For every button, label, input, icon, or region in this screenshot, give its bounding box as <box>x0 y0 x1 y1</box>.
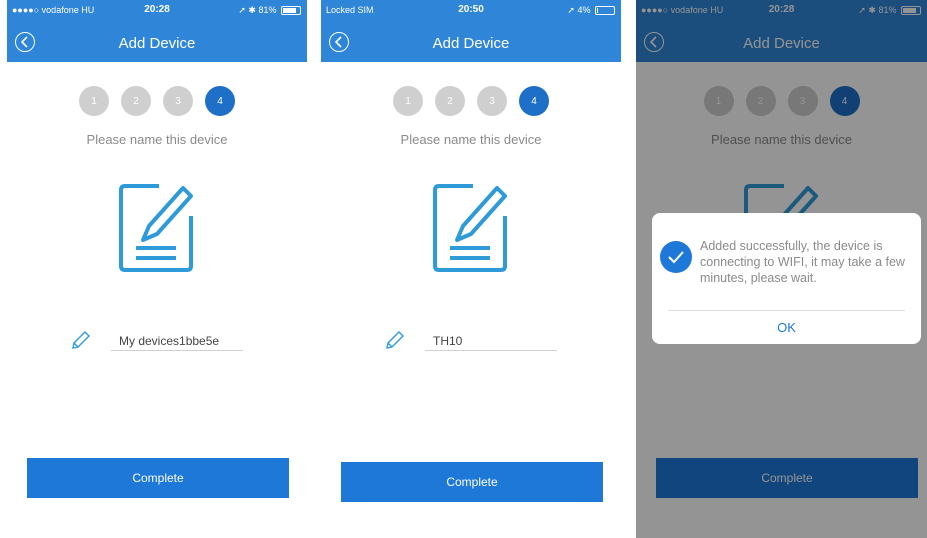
complete-button[interactable]: Complete <box>27 458 289 498</box>
battery-icon <box>281 6 301 16</box>
pencil-icon <box>386 331 404 349</box>
screen-name-device-2: Locked SIM 20:50 ➚ 4% Add Device 1 2 3 4… <box>321 0 621 538</box>
battery-icon <box>595 6 615 16</box>
checkmark-icon <box>668 251 684 264</box>
step-1: 1 <box>393 86 423 116</box>
check-circle-icon <box>660 241 692 273</box>
device-name-field[interactable]: My devices1bbe5e <box>69 330 249 352</box>
battery-percent: 4% <box>577 5 591 15</box>
screen-name-device: ●●●●○ vodafone HU 20:28 ➚ ✱ 81% Add Devi… <box>7 0 307 538</box>
device-name-value[interactable]: TH10 <box>433 334 462 348</box>
location-icon: ➚ <box>238 5 246 15</box>
step-2: 2 <box>121 86 151 116</box>
battery-percent: 81% <box>258 5 277 15</box>
step-indicator: 1 2 3 4 <box>7 86 307 116</box>
alert-divider <box>668 310 905 311</box>
screen-success-alert: ●●●●○ vodafone HU 20:28 ➚ ✱ 81% Add Devi… <box>636 0 927 538</box>
step-2: 2 <box>435 86 465 116</box>
field-underline <box>425 350 557 351</box>
nav-bar: Add Device <box>321 22 621 62</box>
device-name-field[interactable]: TH10 <box>383 330 563 352</box>
pencil-icon <box>72 331 90 349</box>
device-name-value[interactable]: My devices1bbe5e <box>119 334 219 348</box>
step-1: 1 <box>79 86 109 116</box>
page-title: Add Device <box>432 35 510 52</box>
status-bar: Locked SIM 20:50 ➚ 4% <box>321 0 621 22</box>
name-prompt: Please name this device <box>86 132 228 147</box>
step-3: 3 <box>163 86 193 116</box>
bluetooth-icon: ✱ <box>248 5 256 15</box>
step-4: 4 <box>205 86 235 116</box>
edit-document-icon <box>119 184 193 272</box>
status-right: ➚ 4% <box>567 5 615 16</box>
alert-message: Added successfully, the device is connec… <box>700 239 905 285</box>
edit-document-icon <box>433 184 507 272</box>
field-underline <box>111 350 243 351</box>
nav-bar: Add Device <box>7 22 307 62</box>
step-3: 3 <box>477 86 507 116</box>
step-indicator: 1 2 3 4 <box>321 86 621 116</box>
complete-button[interactable]: Complete <box>341 462 603 502</box>
ok-button[interactable]: OK <box>652 320 921 335</box>
step-4: 4 <box>519 86 549 116</box>
page-title: Add Device <box>118 35 196 52</box>
status-bar: ●●●●○ vodafone HU 20:28 ➚ ✱ 81% <box>7 0 307 22</box>
location-icon: ➚ <box>567 5 575 15</box>
status-right: ➚ ✱ 81% <box>238 5 301 16</box>
success-alert: Added successfully, the device is connec… <box>652 213 921 344</box>
name-prompt: Please name this device <box>400 132 542 147</box>
